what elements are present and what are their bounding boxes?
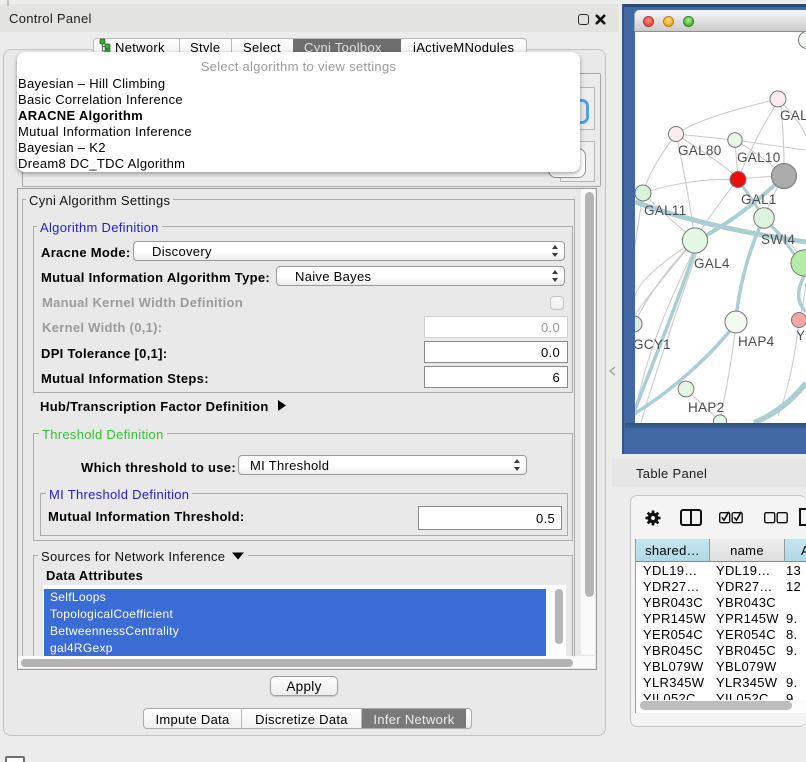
svg-text:Y: Y — [796, 328, 805, 343]
svg-text:HAP4: HAP4 — [738, 334, 775, 349]
svg-text:GAL7: GAL7 — [780, 108, 806, 123]
svg-text:HAP2: HAP2 — [688, 400, 724, 415]
svg-text:GAL11: GAL11 — [644, 203, 687, 218]
svg-text:GAL4: GAL4 — [694, 256, 730, 271]
svg-text:GAL10: GAL10 — [737, 150, 781, 165]
svg-text:GCY1: GCY1 — [635, 337, 671, 352]
svg-text:GAL1: GAL1 — [741, 192, 777, 207]
svg-text:GAL80: GAL80 — [678, 143, 722, 158]
svg-text:SWI4: SWI4 — [761, 232, 795, 247]
